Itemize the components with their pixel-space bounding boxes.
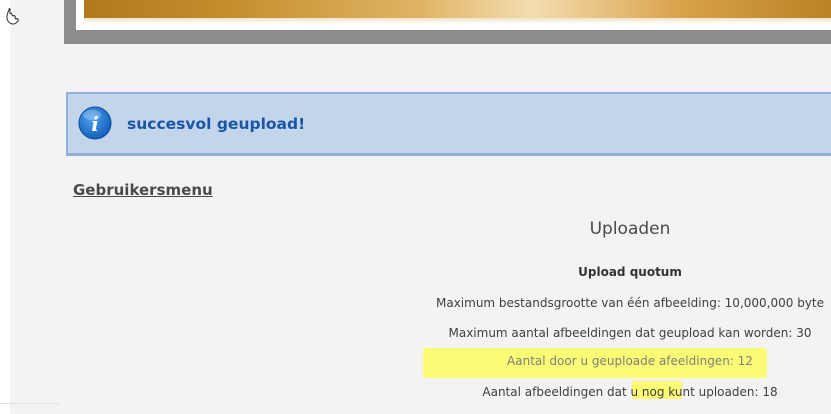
uploaded-count-text: Aantal door u geuploade afeeldingen: 12	[507, 354, 753, 368]
max-file-size-text: Maximum bestandsgrootte van één afbeeldi…	[435, 296, 825, 310]
upload-title: Uploaden	[589, 219, 671, 239]
upload-quota-title: Upload quotum	[578, 265, 682, 279]
uploaded-image-preview	[84, 0, 831, 20]
svg-text:i: i	[91, 112, 99, 136]
mouse-cursor-icon	[6, 8, 19, 25]
success-notice: i succesvol geupload!	[66, 92, 831, 156]
uploaded-image-frame	[64, 0, 831, 44]
user-menu-link[interactable]: Gebruikersmenu	[73, 181, 213, 199]
info-icon: i	[78, 106, 112, 140]
divider	[0, 403, 60, 404]
notice-message: succesvol geupload!	[127, 115, 306, 133]
uploaded-image-shade	[84, 18, 831, 24]
remaining-count-text: Aantal afbeeldingen dat u nog kunt uploa…	[482, 385, 778, 399]
left-gutter	[0, 0, 10, 414]
max-images-text: Maximum aantal afbeeldingen dat geupload…	[448, 326, 812, 340]
